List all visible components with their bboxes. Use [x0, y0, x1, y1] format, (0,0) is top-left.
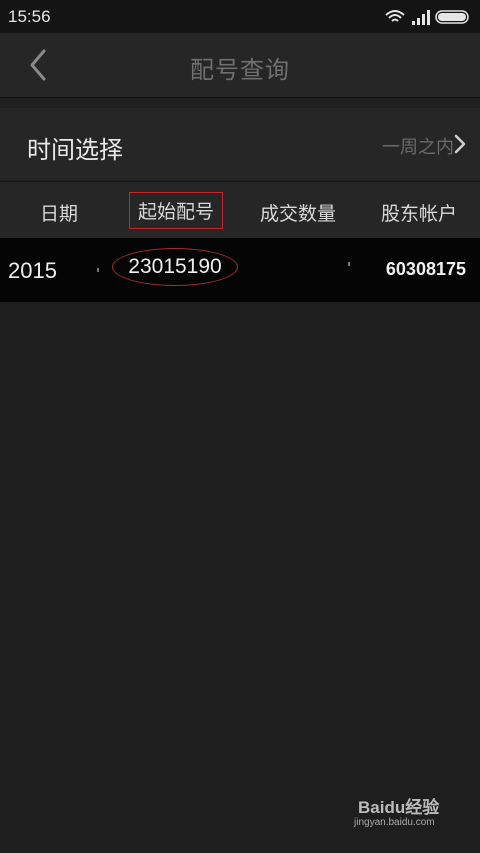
cell-account: 60308175: [385, 259, 466, 279]
time-selector-value: 一周之内: [382, 137, 454, 158]
wifi-icon: [385, 10, 405, 22]
watermark: Baidu经验 jingyan.baidu.com: [354, 793, 458, 835]
cell-date: 2015: [8, 258, 57, 283]
nav-bar: 配号查询: [0, 33, 480, 98]
table-header: 日期 起始配号 成交数量 股东帐户: [0, 181, 480, 238]
watermark-logo: Baidu经验: [358, 798, 440, 817]
column-header-date: 日期: [40, 203, 79, 225]
column-header-account: 股东帐户: [381, 203, 458, 225]
time-selector[interactable]: 时间选择 一周之内: [0, 108, 480, 180]
smudge: [97, 268, 99, 272]
smudge: [348, 262, 350, 266]
page-title: 配号查询: [190, 56, 290, 84]
chevron-right-icon: [454, 134, 466, 154]
status-icons: [384, 8, 472, 26]
cell-start-number: 23015190: [112, 248, 238, 286]
divider: [0, 98, 480, 108]
column-header-quantity: 成交数量: [260, 203, 337, 225]
watermark-url: jingyan.baidu.com: [354, 817, 435, 828]
status-time: 15:56: [8, 7, 51, 26]
status-bar: 15:56: [0, 0, 480, 33]
battery-icon: [435, 10, 469, 24]
table-row[interactable]: 2015 23015190 60308175: [0, 238, 480, 302]
column-header-start-number: 起始配号: [129, 192, 224, 229]
time-selector-label: 时间选择: [27, 136, 123, 164]
signal-icon: [412, 10, 430, 25]
